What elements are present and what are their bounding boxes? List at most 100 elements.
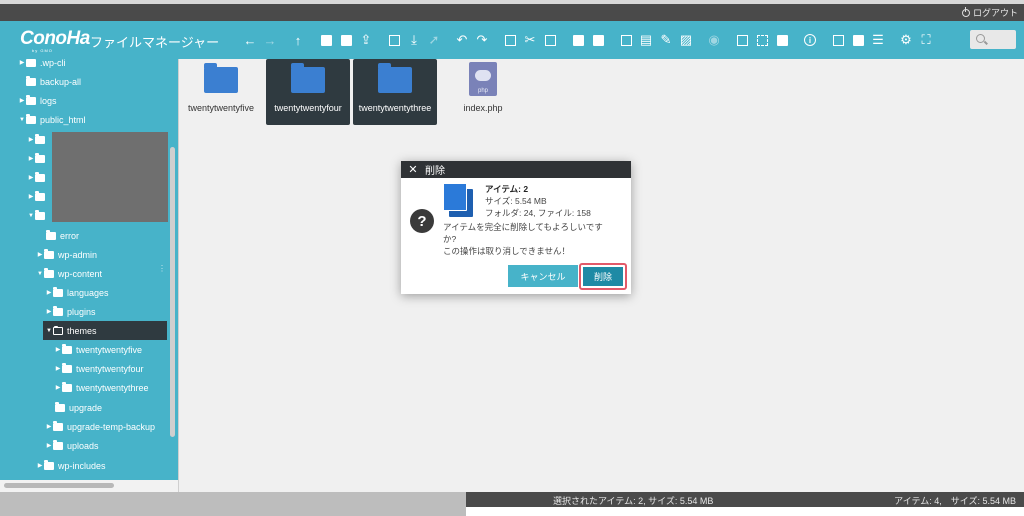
folder-icon bbox=[53, 420, 63, 431]
chevron-right-icon[interactable]: ▶ bbox=[45, 308, 53, 315]
chevron-right-icon[interactable]: ▶ bbox=[27, 155, 35, 162]
sort-icon[interactable] bbox=[828, 30, 848, 50]
settings-icon[interactable]: ⚙ bbox=[896, 30, 916, 50]
new-folder-icon[interactable] bbox=[316, 30, 336, 50]
tree-item-twentytwentythree[interactable]: ▶ twentytwentythree bbox=[54, 378, 149, 397]
folder-icon bbox=[62, 362, 72, 373]
cut-icon[interactable]: ✂ bbox=[520, 30, 540, 50]
power-icon bbox=[961, 6, 970, 17]
logout-button[interactable]: ログアウト bbox=[961, 6, 1018, 19]
paste-icon[interactable] bbox=[540, 30, 560, 50]
chevron-right-icon[interactable]: ▶ bbox=[27, 193, 35, 200]
arrow-up-icon[interactable]: ↑ bbox=[288, 30, 308, 50]
chevron-down-icon[interactable]: ▼ bbox=[36, 271, 44, 277]
cursor-icon[interactable]: ➚ bbox=[424, 30, 444, 50]
tree-item-upgrade[interactable]: upgrade bbox=[47, 398, 102, 417]
invert-selection-icon[interactable] bbox=[772, 30, 792, 50]
folder-outline-icon[interactable] bbox=[384, 30, 404, 50]
duplicate-icon[interactable] bbox=[616, 30, 636, 50]
tree-item-twentytwentyfive[interactable]: ▶ twentytwentyfive bbox=[54, 340, 142, 359]
tree-item-redacted-5[interactable]: ▼ bbox=[27, 206, 49, 225]
tree-item-label: languages bbox=[67, 287, 109, 298]
grid-icon[interactable]: ☰ bbox=[868, 30, 888, 50]
chevron-right-icon[interactable]: ▶ bbox=[18, 97, 26, 104]
view-icon[interactable]: ◉ bbox=[704, 30, 724, 50]
tree-item-twentytwentyfour[interactable]: ▶ twentytwentyfour bbox=[54, 359, 144, 378]
trash-alt-icon[interactable] bbox=[588, 30, 608, 50]
chevron-right-icon[interactable]: ▶ bbox=[54, 384, 62, 391]
tree-item-wp-content[interactable]: ▼ wp-content bbox=[36, 264, 102, 283]
folder-icon bbox=[378, 63, 412, 93]
redo-icon[interactable]: ↷ bbox=[472, 30, 492, 50]
delete-button[interactable]: 削除 bbox=[583, 267, 623, 286]
file-item-twentytwentyfour[interactable]: twentytwentyfour bbox=[266, 59, 350, 125]
undo-icon[interactable]: ↶ bbox=[452, 30, 472, 50]
upload-icon[interactable]: ⇪ bbox=[356, 30, 376, 50]
chevron-right-icon[interactable]: ▶ bbox=[36, 462, 44, 469]
close-icon[interactable]: ✕ bbox=[401, 163, 425, 176]
message-line: アイテムを完全に削除してもよろしいです bbox=[443, 222, 603, 232]
fullscreen-icon[interactable]: ⛶ bbox=[916, 30, 936, 50]
tree-item-wp-includes[interactable]: ▶ wp-includes bbox=[36, 456, 106, 475]
chevron-right-icon[interactable]: ▶ bbox=[36, 251, 44, 258]
arrow-right-icon[interactable]: → bbox=[260, 30, 280, 50]
dialog-message: アイテムを完全に削除してもよろしいです か? この操作は取り消しできません！ bbox=[443, 221, 625, 257]
chevron-right-icon[interactable]: ▶ bbox=[18, 59, 26, 66]
file-item-twentytwentythree[interactable]: twentytwentythree bbox=[353, 59, 437, 125]
folder-icon bbox=[35, 133, 45, 144]
tree-item-redacted-2[interactable]: ▶ bbox=[27, 149, 49, 168]
file-item-twentytwentyfive[interactable]: twentytwentyfive bbox=[179, 59, 263, 125]
folder-icon bbox=[44, 267, 54, 278]
select-none-icon[interactable] bbox=[752, 30, 772, 50]
chevron-right-icon[interactable]: ▶ bbox=[45, 289, 53, 296]
new-file-icon[interactable] bbox=[336, 30, 356, 50]
chevron-down-icon[interactable]: ▼ bbox=[45, 328, 53, 334]
tree-item-upgrade-temp-backup[interactable]: ▶ upgrade-temp-backup bbox=[45, 417, 155, 436]
sidebar-horizontal-scrollbar[interactable] bbox=[4, 483, 114, 488]
dialog-header: ✕ 削除 bbox=[401, 161, 631, 178]
select-all-icon[interactable] bbox=[732, 30, 752, 50]
chevron-right-icon[interactable]: ▶ bbox=[27, 136, 35, 143]
tree-item-redacted-3[interactable]: ▶ bbox=[27, 168, 49, 187]
chevron-down-icon[interactable]: ▼ bbox=[27, 213, 35, 219]
tree-item-redacted-4[interactable]: ▶ bbox=[27, 187, 49, 206]
chevron-right-icon[interactable]: ▶ bbox=[45, 442, 53, 449]
download-icon[interactable]: ⤓ bbox=[404, 30, 424, 50]
archive-icon[interactable]: ▨ bbox=[676, 30, 696, 50]
chevron-right-icon[interactable]: ▶ bbox=[54, 365, 62, 372]
tree-item-error[interactable]: error bbox=[38, 226, 79, 245]
chevron-right-icon[interactable]: ▶ bbox=[27, 174, 35, 181]
message-line: この操作は取り消しできません！ bbox=[443, 246, 570, 256]
tree-item-wp-admin[interactable]: ▶ wp-admin bbox=[36, 245, 97, 264]
tree-item-languages[interactable]: ▶ languages bbox=[45, 283, 109, 302]
sidebar-vertical-scrollbar[interactable] bbox=[170, 147, 175, 437]
trash-icon[interactable] bbox=[568, 30, 588, 50]
rename-icon[interactable]: ▤ bbox=[636, 30, 656, 50]
resize-handle[interactable]: ⋮ bbox=[158, 264, 166, 273]
tree-item-uploads[interactable]: ▶ uploads bbox=[45, 436, 99, 455]
tree-item-wp-cli[interactable]: ▶ .wp-cli bbox=[18, 59, 66, 72]
file-item-index-php[interactable]: php index.php bbox=[441, 59, 525, 125]
tree-item-logs[interactable]: ▶ logs bbox=[18, 91, 57, 110]
edit-icon[interactable]: ✎ bbox=[656, 30, 676, 50]
tree-item-backup-all[interactable]: backup-all bbox=[18, 72, 81, 91]
arrow-left-icon[interactable]: ← bbox=[240, 30, 260, 50]
tree-item-themes[interactable]: ▼ themes bbox=[43, 321, 167, 340]
chevron-right-icon[interactable]: ▶ bbox=[45, 423, 53, 430]
question-icon: ? bbox=[410, 209, 434, 233]
info-icon[interactable]: i bbox=[800, 30, 820, 50]
cancel-button[interactable]: キャンセル bbox=[508, 265, 578, 287]
folder-icon bbox=[204, 63, 238, 93]
tree-item-label: wp-admin bbox=[58, 249, 98, 260]
folder-icon bbox=[55, 401, 65, 412]
tree-item-public-html[interactable]: ▼ public_html bbox=[18, 110, 86, 129]
tree-item-plugins[interactable]: ▶ plugins bbox=[45, 302, 96, 321]
list-icon[interactable] bbox=[848, 30, 868, 50]
chevron-down-icon[interactable]: ▼ bbox=[18, 117, 26, 123]
tree-item-label: backup-all bbox=[40, 76, 82, 87]
chevron-right-icon[interactable]: ▶ bbox=[54, 346, 62, 353]
search-input[interactable] bbox=[970, 30, 1016, 49]
message-line: か? bbox=[443, 234, 457, 244]
copy-icon[interactable] bbox=[500, 30, 520, 50]
tree-item-redacted-1[interactable]: ▶ bbox=[27, 130, 49, 149]
